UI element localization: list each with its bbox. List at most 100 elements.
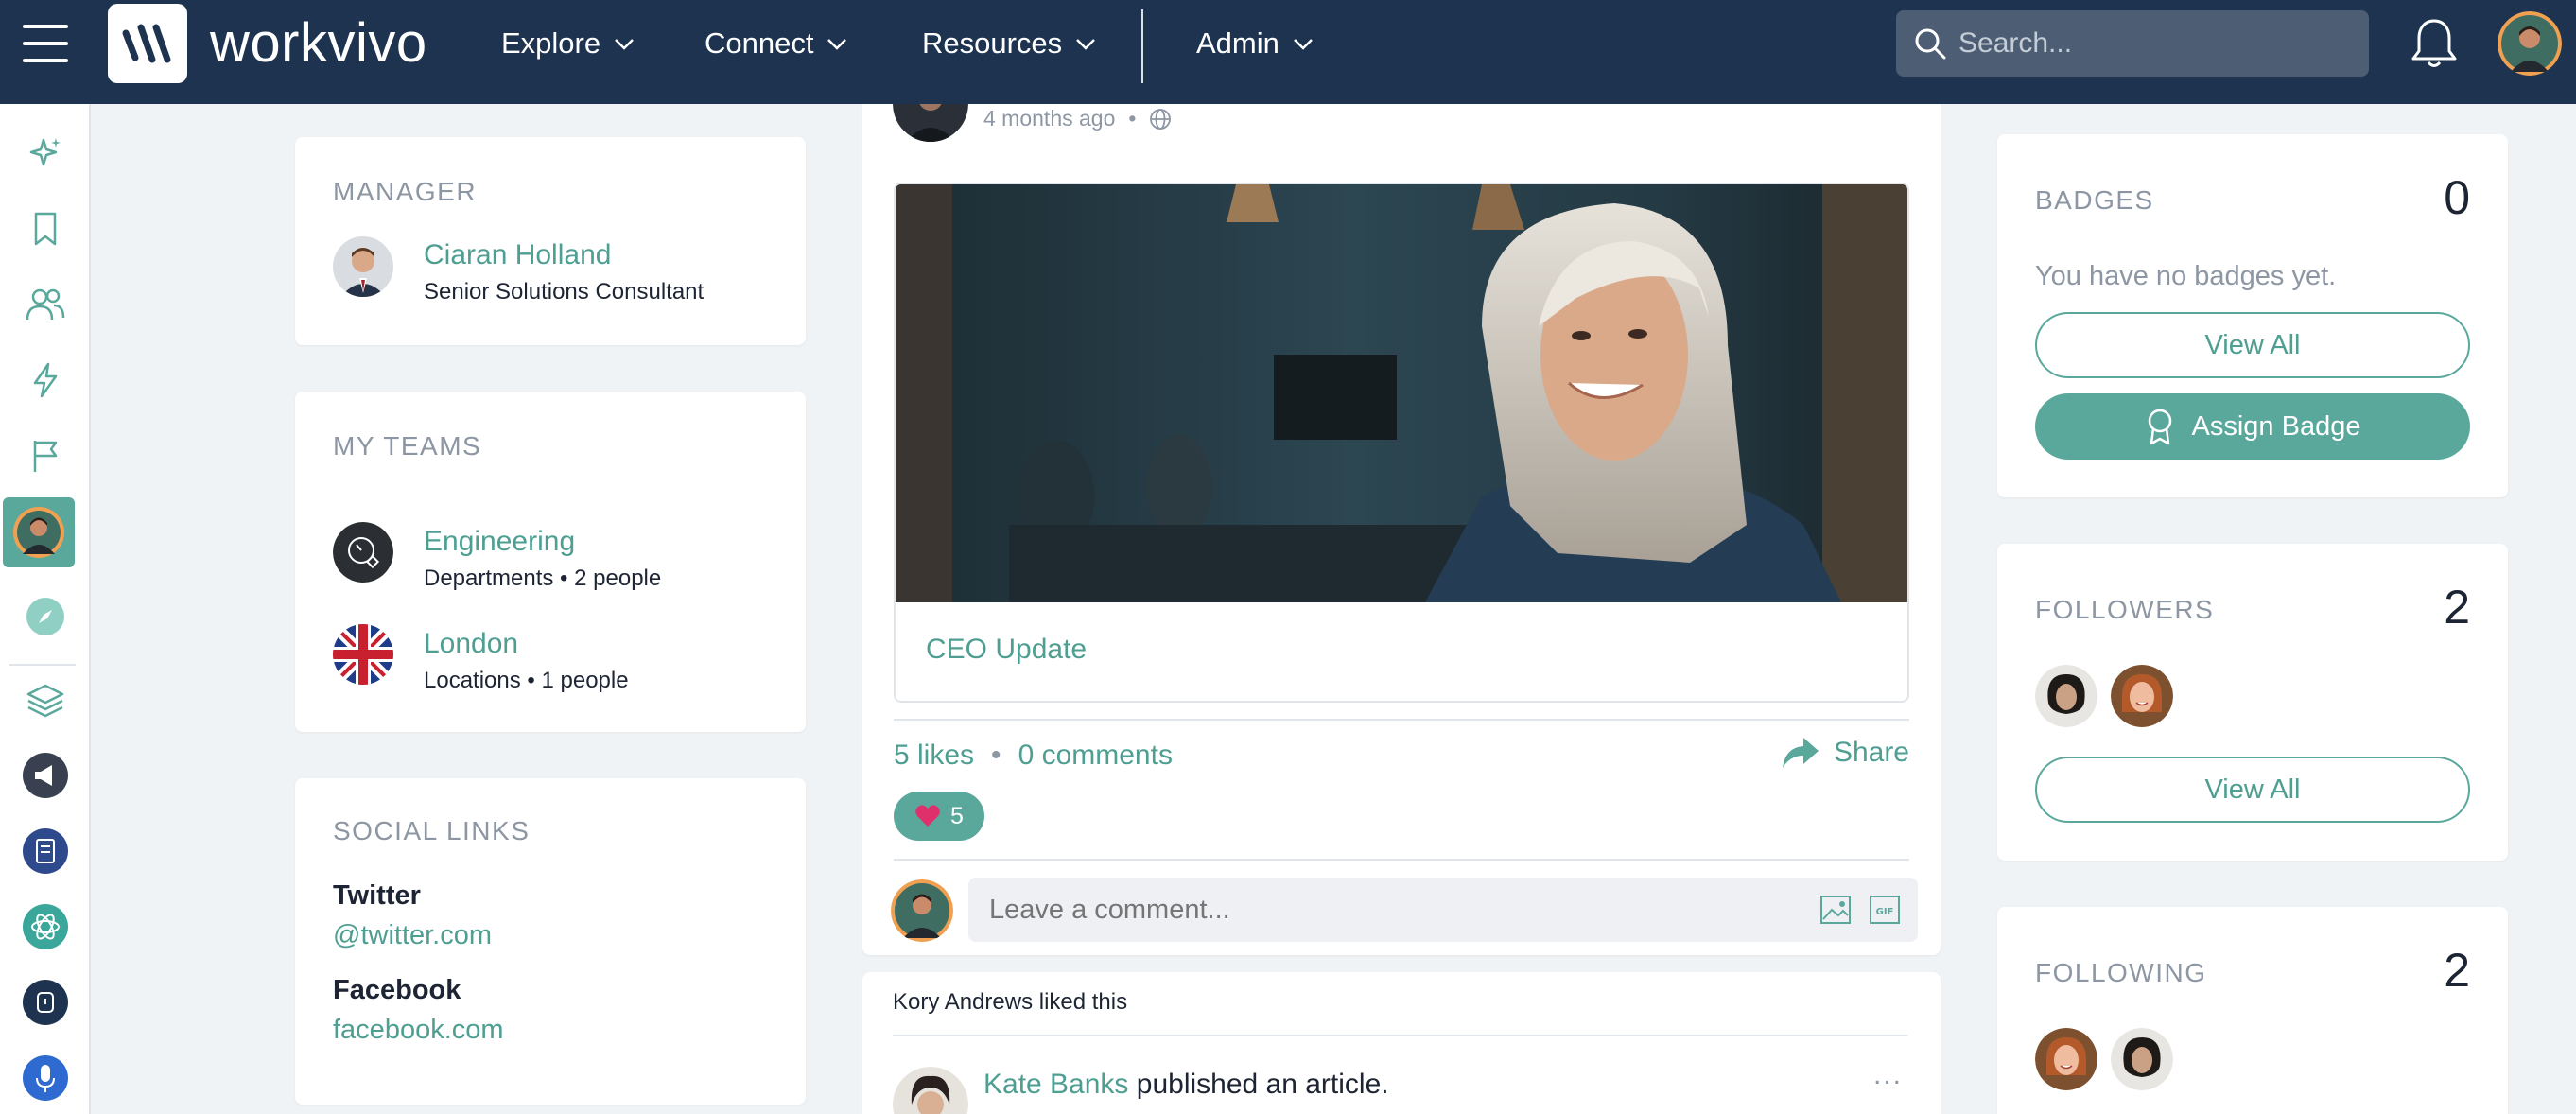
nav-connect[interactable]: Connect bbox=[705, 25, 847, 62]
more-options-button[interactable]: ... bbox=[1873, 1059, 1903, 1091]
article-image bbox=[896, 184, 1907, 602]
sidebar-item-announcements[interactable] bbox=[0, 741, 91, 809]
followers-count: 2 bbox=[2444, 581, 2470, 634]
globe-icon bbox=[1150, 108, 1172, 130]
activity-action: published an article. bbox=[1128, 1069, 1389, 1100]
manager-name[interactable]: Ciaran Holland bbox=[424, 239, 704, 271]
nav-explore[interactable]: Explore bbox=[501, 25, 635, 62]
team-london-meta: Locations • 1 people bbox=[424, 668, 629, 693]
view-all-badges-button[interactable]: View All bbox=[2035, 312, 2470, 378]
sparkle-icon bbox=[29, 138, 61, 166]
following-title: FOLLOWING bbox=[2035, 958, 2207, 987]
sidebar-item-wellbeing[interactable] bbox=[0, 968, 91, 1036]
kate-banks-link[interactable]: Kate Banks bbox=[983, 1069, 1128, 1100]
sidebar-item-bookmarks[interactable] bbox=[0, 195, 91, 263]
twitter-link[interactable]: @twitter.com bbox=[333, 920, 492, 951]
my-teams-card: MY TEAMS Engineering Departments • 2 peo… bbox=[295, 392, 806, 732]
badges-count: 0 bbox=[2444, 171, 2470, 224]
ribbon-icon bbox=[2148, 409, 2171, 445]
badges-empty-text: You have no badges yet. bbox=[2035, 261, 2337, 291]
view-all-followers-button[interactable]: View All bbox=[2035, 757, 2470, 823]
chevron-down-icon bbox=[1293, 39, 1313, 50]
watch-icon bbox=[23, 980, 68, 1025]
team-engineering-meta: Departments • 2 people bbox=[424, 566, 662, 591]
likes-link[interactable]: 5 likes bbox=[894, 740, 974, 772]
sidebar-item-explore[interactable] bbox=[0, 583, 91, 651]
share-label: Share bbox=[1833, 737, 1909, 768]
following-avatar[interactable] bbox=[2035, 1028, 2097, 1090]
article-preview[interactable]: CEO Update bbox=[894, 183, 1909, 703]
app-name[interactable]: workvivo bbox=[210, 11, 427, 76]
atom-icon bbox=[23, 904, 68, 949]
search-icon bbox=[1915, 28, 1946, 60]
twitter-label: Twitter bbox=[333, 880, 421, 911]
sidebar-item-podcasts[interactable] bbox=[0, 1044, 91, 1112]
manager-avatar[interactable] bbox=[333, 236, 393, 297]
team-london-link[interactable]: London bbox=[424, 628, 629, 660]
follower-avatar[interactable] bbox=[2111, 665, 2173, 727]
following-avatar[interactable] bbox=[2111, 1028, 2173, 1090]
nav-admin[interactable]: Admin bbox=[1196, 25, 1314, 62]
article-title-link[interactable]: CEO Update bbox=[926, 634, 1087, 666]
commenter-avatar bbox=[891, 879, 953, 942]
manager-title: MANAGER bbox=[333, 177, 478, 206]
social-links-card: SOCIAL LINKS Twitter @twitter.com Facebo… bbox=[295, 778, 806, 1105]
facebook-link[interactable]: facebook.com bbox=[333, 1015, 504, 1046]
share-button[interactable]: Share bbox=[1781, 736, 1909, 770]
post-stats: 5 likes • 0 comments bbox=[894, 740, 1173, 772]
gif-icon[interactable]: GIF bbox=[1869, 895, 1901, 925]
nav-connect-label: Connect bbox=[705, 26, 814, 60]
comment-box[interactable]: GIF bbox=[968, 878, 1918, 942]
followers-card: FOLLOWERS 2 View All bbox=[1997, 544, 2508, 861]
sidebar-item-highlights[interactable] bbox=[0, 119, 91, 187]
bell-icon[interactable] bbox=[2410, 17, 2459, 75]
following-count: 2 bbox=[2444, 944, 2470, 997]
team-engineering-link[interactable]: Engineering bbox=[424, 526, 661, 558]
search-input[interactable] bbox=[1958, 27, 2356, 60]
chevron-down-icon bbox=[1076, 39, 1096, 50]
comment-input[interactable] bbox=[989, 894, 1819, 926]
manager-card: MANAGER Ciaran Holland Senior Solutions … bbox=[295, 137, 806, 345]
nav-divider bbox=[1141, 9, 1143, 83]
lightning-icon bbox=[33, 362, 58, 398]
menu-icon[interactable] bbox=[23, 25, 68, 62]
sidebar-item-activity[interactable] bbox=[0, 346, 91, 414]
comments-link[interactable]: 0 comments bbox=[1018, 740, 1173, 772]
assign-badge-button[interactable]: Assign Badge bbox=[2035, 393, 2470, 460]
search-bar[interactable] bbox=[1896, 10, 2369, 77]
badges-title: BADGES bbox=[2035, 185, 2154, 215]
nav-explore-label: Explore bbox=[501, 26, 601, 60]
divider bbox=[894, 859, 1909, 861]
activity-text: Kate Banks published an article. bbox=[983, 1069, 1389, 1101]
user-avatar[interactable] bbox=[2498, 11, 2562, 76]
share-icon bbox=[1782, 738, 1819, 768]
workvivo-logo-icon[interactable] bbox=[108, 4, 187, 83]
people-icon bbox=[26, 288, 65, 321]
svg-text:GIF: GIF bbox=[1876, 907, 1894, 917]
reaction-pill[interactable]: 5 bbox=[894, 792, 984, 841]
chevron-down-icon bbox=[827, 39, 847, 50]
sidebar-item-profile[interactable] bbox=[3, 497, 75, 567]
follower-avatar[interactable] bbox=[2035, 665, 2097, 727]
left-sidebar bbox=[0, 104, 91, 1114]
liked-by-text: Kory Andrews liked this bbox=[893, 989, 1128, 1015]
flag-icon bbox=[33, 441, 58, 472]
sidebar-item-documents[interactable] bbox=[0, 817, 91, 885]
heart-icon bbox=[915, 805, 940, 827]
sidebar-item-people[interactable] bbox=[0, 270, 91, 339]
following-card: FOLLOWING 2 bbox=[1997, 907, 2508, 1114]
sidebar-item-spaces[interactable] bbox=[0, 666, 91, 734]
sidebar-item-science[interactable] bbox=[0, 893, 91, 961]
microphone-icon bbox=[23, 1055, 68, 1101]
kate-banks-avatar[interactable] bbox=[893, 1067, 968, 1114]
stats-separator: • bbox=[991, 740, 1001, 771]
nav-resources[interactable]: Resources bbox=[922, 25, 1096, 62]
uk-flag-icon[interactable] bbox=[333, 624, 393, 685]
activity-card: Kory Andrews liked this Kate Banks publi… bbox=[862, 972, 1941, 1114]
sidebar-item-goals[interactable] bbox=[0, 422, 91, 490]
document-icon bbox=[23, 828, 68, 874]
post-meta: 4 months ago • bbox=[983, 106, 1172, 131]
engineering-team-icon[interactable] bbox=[333, 522, 393, 583]
divider bbox=[893, 1035, 1908, 1036]
image-upload-icon[interactable] bbox=[1819, 895, 1852, 925]
